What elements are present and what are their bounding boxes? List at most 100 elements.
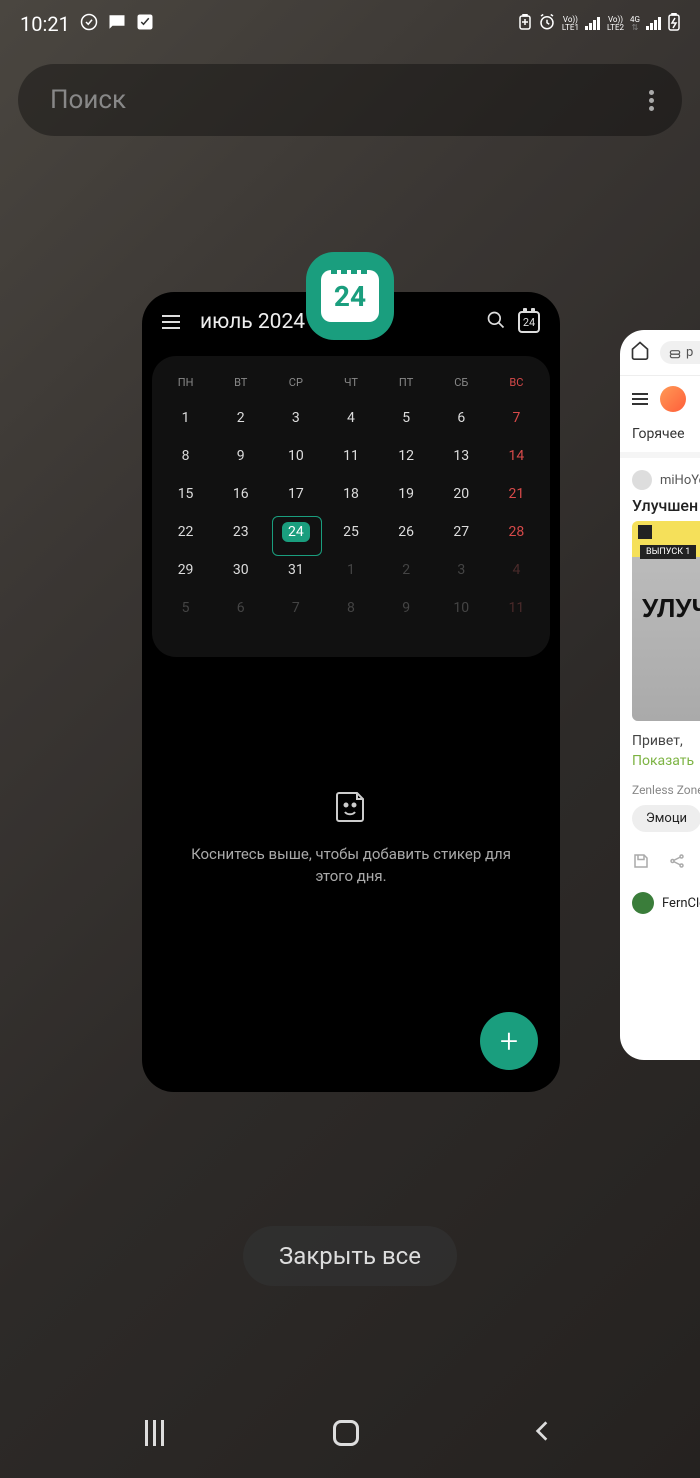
calendar-day[interactable]: 11 [489, 589, 544, 627]
calendar-app-icon[interactable]: 24 [306, 252, 394, 340]
calendar-day[interactable]: 21 [489, 475, 544, 513]
search-icon[interactable] [486, 310, 506, 334]
browser-toolbar: p [620, 330, 700, 376]
close-all-button[interactable]: Закрыть все [243, 1226, 457, 1286]
calendar-day[interactable]: 13 [434, 437, 489, 475]
site-menu-icon[interactable] [632, 393, 648, 405]
finder-search-bar[interactable]: Поиск [18, 64, 682, 136]
calendar-week-row: 22232425262728 [158, 513, 544, 551]
post-image[interactable]: ВЫПУСК 1 УЛУЧ [632, 521, 700, 721]
sim1-indicator: Vo)) LTE1 [562, 16, 579, 32]
tab-hot[interactable]: Горячее [632, 426, 685, 442]
calendar-day[interactable]: 12 [379, 437, 434, 475]
recent-card-browser[interactable]: p Горячее miHoYo Улучшен ВЫПУСК 1 УЛУЧ П [620, 330, 700, 1060]
recent-card-calendar[interactable]: июль 2024 24 ПНВТСРЧТПТСБВС 123456789101… [142, 292, 560, 1092]
sticker-empty-state[interactable]: Коснитесь выше, чтобы добавить стикер дл… [142, 669, 560, 887]
calendar-day[interactable]: 7 [489, 399, 544, 437]
signal-bars-icon [585, 15, 601, 34]
calendar-day[interactable]: 6 [434, 399, 489, 437]
calendar-day[interactable]: 26 [379, 513, 434, 551]
calendar-day[interactable]: 10 [434, 589, 489, 627]
calendar-week-row: 1234567 [158, 399, 544, 437]
show-more-link[interactable]: Показать [632, 753, 700, 769]
calendar-week-row: 567891011 [158, 589, 544, 627]
calendar-week-row: 15161718192021 [158, 475, 544, 513]
calendar-day[interactable]: 9 [213, 437, 268, 475]
home-icon[interactable] [630, 340, 650, 365]
nav-home-button[interactable] [333, 1420, 359, 1446]
calendar-day[interactable]: 27 [434, 513, 489, 551]
calendar-day[interactable]: 4 [489, 551, 544, 589]
calendar-day[interactable]: 5 [379, 399, 434, 437]
calendar-dow: ВС [489, 370, 544, 399]
calendar-day[interactable]: 8 [158, 437, 213, 475]
calendar-day[interactable]: 18 [323, 475, 378, 513]
status-right: Vo)) LTE1 Vo)) LTE2 4G ⇅ [518, 13, 680, 35]
calendar-day[interactable]: 11 [323, 437, 378, 475]
site-logo-icon[interactable] [660, 386, 686, 412]
avatar-icon [632, 892, 654, 914]
calendar-day[interactable]: 31 [268, 551, 323, 589]
calendar-grid[interactable]: ПНВТСРЧТПТСБВС 1234567891011121314151617… [152, 356, 550, 657]
status-bar: 10:21 Vo)) LTE1 Vo)) LTE2 4G ⇅ [0, 0, 700, 48]
calendar-dow-row: ПНВТСРЧТПТСБВС [158, 370, 544, 399]
calendar-day[interactable]: 30 [213, 551, 268, 589]
sim2-indicator: Vo)) LTE2 [607, 16, 624, 32]
post[interactable]: miHoYo Улучшен ВЫПУСК 1 УЛУЧ Привет, Пок… [620, 458, 700, 844]
calendar-day[interactable]: 25 [323, 513, 378, 551]
plus-icon: + [500, 1022, 518, 1060]
calendar-week-row: 2930311234 [158, 551, 544, 589]
calendar-day[interactable]: 7 [268, 589, 323, 627]
signal-bars-icon [646, 15, 662, 34]
calendar-day[interactable]: 3 [434, 551, 489, 589]
battery-saver-icon [518, 14, 532, 34]
calendar-day[interactable]: 2 [213, 399, 268, 437]
calendar-day[interactable]: 1 [323, 551, 378, 589]
calendar-day[interactable]: 2 [379, 551, 434, 589]
battery-charging-icon [668, 13, 680, 35]
calendar-dow: СБ [434, 370, 489, 399]
save-icon[interactable] [632, 852, 650, 874]
calendar-day[interactable]: 23 [213, 513, 268, 551]
check-circle-icon [80, 13, 98, 35]
recent-apps-carousel[interactable]: 24 июль 2024 24 ПНВТСРЧТПТСБВС 123456789… [0, 280, 700, 1100]
today-icon[interactable]: 24 [518, 311, 540, 333]
search-placeholder: Поиск [50, 85, 126, 115]
more-options-icon[interactable] [649, 87, 654, 114]
calendar-day[interactable]: 10 [268, 437, 323, 475]
post-actions [620, 844, 700, 882]
sticker-icon [333, 789, 369, 825]
calendar-day[interactable]: 22 [158, 513, 213, 551]
calendar-day[interactable]: 29 [158, 551, 213, 589]
calendar-weeks: 1234567891011121314151617181920212223242… [158, 399, 544, 627]
calendar-day[interactable]: 6 [213, 589, 268, 627]
nav-recents-button[interactable] [145, 1420, 164, 1446]
next-post-author[interactable]: FernClo [620, 882, 700, 924]
nav-back-button[interactable] [529, 1418, 555, 1448]
navigation-bar [0, 1388, 700, 1478]
add-event-fab[interactable]: + [480, 1012, 538, 1070]
calendar-day[interactable]: 14 [489, 437, 544, 475]
post-body: Привет, [632, 733, 700, 749]
reaction-chip[interactable]: Эмоци [632, 805, 700, 832]
url-bar[interactable]: p [660, 341, 700, 364]
calendar-day[interactable]: 24 [268, 513, 323, 551]
calendar-day[interactable]: 20 [434, 475, 489, 513]
calendar-dow: СР [268, 370, 323, 399]
calendar-day[interactable]: 3 [268, 399, 323, 437]
calendar-day[interactable]: 15 [158, 475, 213, 513]
post-meta: Zenless Zone [632, 783, 700, 797]
calendar-day[interactable]: 9 [379, 589, 434, 627]
calendar-day[interactable]: 17 [268, 475, 323, 513]
share-icon[interactable] [668, 852, 686, 874]
calendar-day[interactable]: 19 [379, 475, 434, 513]
calendar-day[interactable]: 4 [323, 399, 378, 437]
calendar-day[interactable]: 8 [323, 589, 378, 627]
status-left: 10:21 [20, 12, 154, 36]
menu-icon[interactable] [162, 315, 180, 329]
calendar-day[interactable]: 1 [158, 399, 213, 437]
post-author[interactable]: miHoYo [632, 470, 700, 490]
calendar-day[interactable]: 5 [158, 589, 213, 627]
calendar-day[interactable]: 16 [213, 475, 268, 513]
calendar-day[interactable]: 28 [489, 513, 544, 551]
